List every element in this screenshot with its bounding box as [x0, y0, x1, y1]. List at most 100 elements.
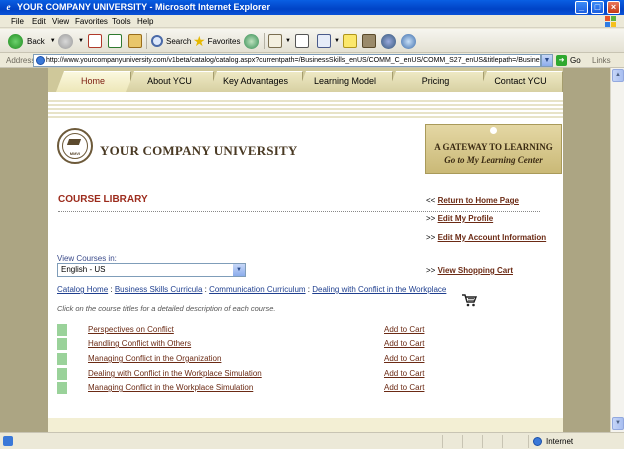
language-select[interactable]: English - US ▼ — [57, 263, 246, 277]
gateway-headline: A GATEWAY TO LEARNING — [434, 142, 553, 152]
mail-button[interactable]: ▼ — [268, 32, 291, 50]
edit-profile-link-row: >> Edit My Profile — [426, 214, 493, 223]
minimize-button[interactable]: _ — [575, 1, 588, 14]
chevron-down-icon: ▼ — [334, 38, 340, 44]
breadcrumb-dealing-conflict[interactable]: Dealing with Conflict in the Workplace — [312, 285, 446, 294]
status-segment — [482, 435, 498, 448]
go-arrow-icon: ➜ — [556, 55, 567, 66]
favorites-label: Favorites — [207, 36, 241, 46]
add-to-cart-link[interactable]: Add to Cart — [384, 325, 424, 334]
add-to-cart-link[interactable]: Add to Cart — [384, 339, 424, 348]
windows-logo-icon — [605, 16, 616, 27]
links-label[interactable]: Links — [592, 56, 611, 65]
edit-button[interactable]: ▼ — [317, 32, 340, 50]
refresh-button[interactable] — [108, 32, 122, 50]
go-button[interactable]: ➜ Go — [556, 54, 581, 67]
status-segment — [462, 435, 478, 448]
course-title-link[interactable]: Dealing with Conflict in the Workplace S… — [88, 369, 262, 378]
back-arrow-icon — [8, 33, 23, 49]
link-prefix: >> — [426, 214, 436, 223]
breadcrumb: Catalog Home : Business Skills Curricula… — [57, 285, 447, 294]
print-icon — [295, 34, 309, 48]
menu-edit[interactable]: Edit — [32, 17, 46, 26]
dotted-divider — [58, 211, 540, 212]
menu-tools[interactable]: Tools — [112, 17, 131, 26]
menu-help[interactable]: Help — [137, 17, 153, 26]
menu-bar: File Edit View Favorites Tools Help — [0, 15, 624, 28]
page-footer-band — [48, 418, 563, 432]
research-icon — [362, 34, 376, 48]
messenger-button[interactable] — [381, 32, 396, 50]
research-button[interactable] — [362, 32, 376, 50]
refresh-icon — [108, 34, 122, 48]
course-title-link[interactable]: Handling Conflict with Others — [88, 339, 191, 348]
shopping-cart-icon[interactable] — [461, 293, 477, 307]
gateway-link-text: Go to My Learning Center — [444, 155, 543, 165]
course-marker — [57, 338, 67, 350]
go-label: Go — [570, 56, 581, 65]
course-row: Perspectives on Conflict Add to Cart — [57, 324, 437, 336]
window-title: YOUR COMPANY UNIVERSITY - Microsoft Inte… — [17, 2, 271, 12]
language-selected-value: English - US — [61, 265, 106, 274]
mail-icon — [268, 34, 282, 48]
link-prefix: >> — [426, 233, 436, 242]
back-button[interactable]: Back ▼ — [8, 32, 56, 50]
menu-file[interactable]: File — [11, 17, 24, 26]
return-home-link[interactable]: Return to Home Page — [438, 196, 519, 205]
scroll-up-arrow-icon[interactable]: ▲ — [612, 69, 624, 82]
chevron-down-icon: ▼ — [285, 38, 291, 44]
course-marker — [57, 353, 67, 365]
course-title-link[interactable]: Managing Conflict in the Workplace Simul… — [88, 383, 253, 392]
address-bar: Address http://www.yourcompanyuniversity… — [0, 53, 624, 68]
notes-icon — [343, 34, 357, 48]
breadcrumb-communication[interactable]: Communication Curriculum — [209, 285, 305, 294]
course-marker — [57, 368, 67, 380]
view-shopping-cart-link[interactable]: View Shopping Cart — [438, 266, 513, 275]
address-dropdown-button[interactable]: ▼ — [541, 54, 553, 67]
course-title-link[interactable]: Managing Conflict in the Organization — [88, 354, 221, 363]
maximize-button[interactable]: □ — [591, 1, 604, 14]
graduation-cap-icon — [66, 139, 82, 145]
stop-button[interactable] — [88, 32, 102, 50]
course-title-link[interactable]: Perspectives on Conflict — [88, 325, 174, 334]
instructions-text: Click on the course titles for a detaile… — [57, 304, 276, 313]
scroll-down-arrow-icon[interactable]: ▼ — [612, 417, 624, 430]
edit-account-link-row: >> Edit My Account Information — [426, 233, 546, 242]
add-to-cart-link[interactable]: Add to Cart — [384, 369, 424, 378]
view-courses-label: View Courses in: — [57, 254, 117, 263]
print-button[interactable] — [295, 32, 309, 50]
history-button[interactable] — [244, 32, 259, 50]
chevron-down-icon: ▼ — [49, 38, 56, 44]
learning-center-banner[interactable]: A GATEWAY TO LEARNING Go to My Learning … — [425, 124, 562, 174]
page-title: COURSE LIBRARY — [58, 194, 148, 205]
discuss-button[interactable] — [401, 32, 416, 50]
security-zone: Internet — [533, 435, 573, 448]
seal-year: MMVI — [69, 151, 81, 156]
search-button[interactable]: Search — [151, 32, 191, 50]
home-button[interactable] — [128, 32, 142, 50]
edit-account-link[interactable]: Edit My Account Information — [438, 233, 547, 242]
menu-favorites[interactable]: Favorites — [75, 17, 108, 26]
menu-view[interactable]: View — [52, 17, 69, 26]
close-button[interactable]: × — [607, 1, 620, 14]
breadcrumb-catalog-home[interactable]: Catalog Home — [57, 285, 108, 294]
course-row: Dealing with Conflict in the Workplace S… — [57, 368, 437, 380]
add-to-cart-link[interactable]: Add to Cart — [384, 383, 424, 392]
favorites-button[interactable]: ★ Favorites — [193, 32, 240, 50]
address-label: Address — [6, 56, 36, 65]
course-row: Managing Conflict in the Organization Ad… — [57, 353, 437, 365]
forward-button[interactable]: ▼ — [58, 32, 84, 50]
messenger-icon — [381, 33, 396, 49]
chevron-down-icon[interactable]: ▼ — [233, 264, 245, 276]
edit-profile-link[interactable]: Edit My Profile — [438, 214, 494, 223]
vertical-scrollbar[interactable]: ▲ ▼ — [610, 68, 624, 432]
add-to-cart-link[interactable]: Add to Cart — [384, 354, 424, 363]
ie-app-icon: e — [6, 2, 11, 12]
university-seal-logo: MMVI — [57, 128, 93, 164]
page-content: MMVI YOUR COMPANY UNIVERSITY A GATEWAY T… — [48, 68, 563, 418]
notes-button[interactable] — [343, 32, 357, 50]
company-name: YOUR COMPANY UNIVERSITY — [100, 143, 298, 158]
address-input[interactable]: http://www.yourcompanyuniversity.com/v1b… — [33, 54, 541, 67]
status-bar: Internet — [0, 432, 624, 449]
breadcrumb-business-skills[interactable]: Business Skills Curricula — [115, 285, 203, 294]
